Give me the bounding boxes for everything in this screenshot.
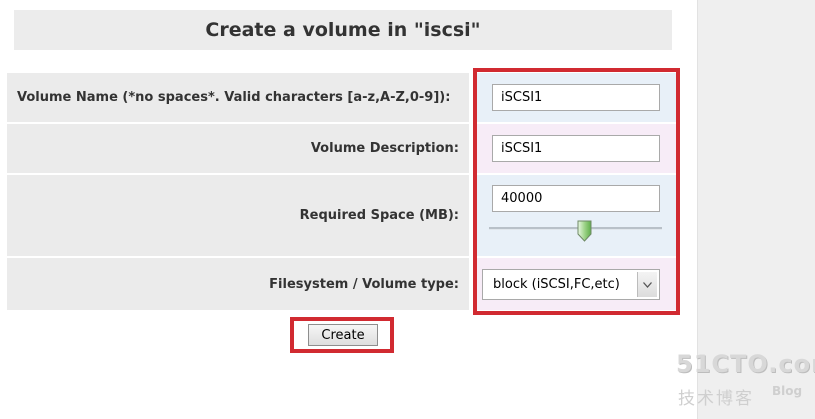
volume-name-label-cell: Volume Name (*no spaces*. Valid characte… [7,73,469,122]
required-space-label-cell: Required Space (MB): [7,175,469,256]
watermark-subtitle: 技术博客 [678,389,754,409]
filesystem-label: Filesystem / Volume type: [269,276,459,292]
create-button[interactable]: Create [308,324,378,346]
volume-name-label: Volume Name (*no spaces*. Valid characte… [17,90,451,105]
volume-description-label-cell: Volume Description: [7,124,469,173]
form-inputs-highlight [473,68,680,315]
page-header: Create a volume in "iscsi" [14,10,672,50]
volume-description-label: Volume Description: [310,141,459,156]
site-watermark: 51CTO.com 技术博客 Blog [676,350,815,410]
watermark-logo: 51CTO.com [676,350,815,378]
filesystem-label-cell: Filesystem / Volume type: [7,258,469,310]
watermark-blog: Blog [772,384,803,398]
required-space-label: Required Space (MB): [299,208,459,223]
page-title: Create a volume in "iscsi" [205,19,481,41]
